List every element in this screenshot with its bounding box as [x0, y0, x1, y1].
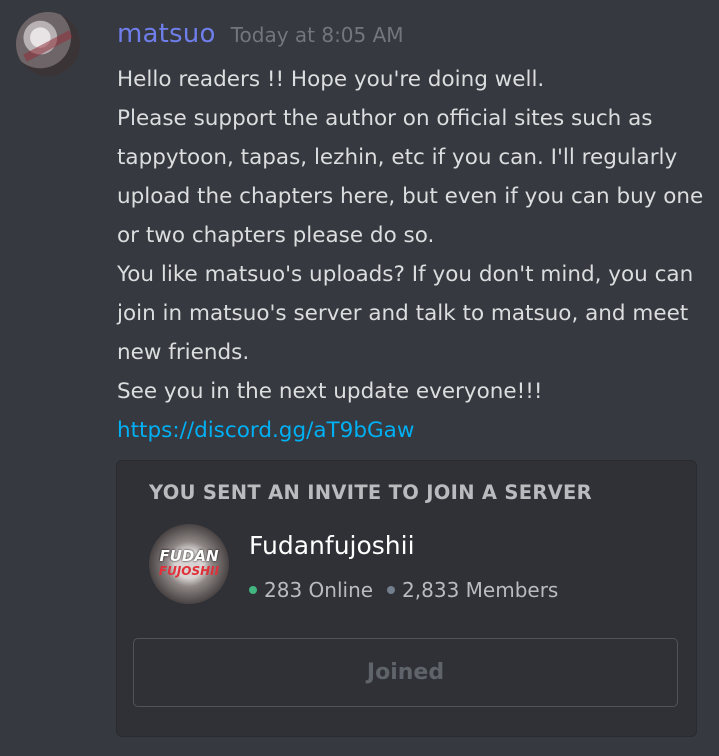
joined-button[interactable]: Joined — [133, 638, 678, 707]
message-timestamp: Today at 8:05 AM — [230, 23, 404, 47]
message-line: You like matsuo's uploads? If you don't … — [117, 262, 694, 365]
members-dot-icon — [387, 585, 396, 594]
server-icon-text: FUDAN — [159, 547, 219, 565]
avatar-image-detail — [23, 30, 73, 62]
invite-link[interactable]: https://discord.gg/aT9bGaw — [117, 418, 414, 443]
server-icon-subtext: FUJOSHII — [158, 564, 220, 578]
message-line: See you in the next update everyone!!! — [117, 379, 543, 404]
message-header: matsuo Today at 8:05 AM — [117, 19, 404, 49]
message-line: Hello readers !! Hope you're doing well. — [117, 67, 545, 92]
server-icon[interactable]: FUDAN FUJOSHII — [149, 524, 229, 604]
chat-message: matsuo Today at 8:05 AM Hello readers !!… — [0, 0, 719, 756]
user-avatar[interactable] — [16, 12, 80, 76]
message-content: Hello readers !! Hope you're doing well.… — [117, 60, 707, 450]
invite-header: YOU SENT AN INVITE TO JOIN A SERVER — [149, 481, 592, 504]
member-count: 2,833 Members — [402, 578, 559, 602]
server-invite-embed: YOU SENT AN INVITE TO JOIN A SERVER FUDA… — [116, 460, 697, 737]
message-line: Please support the author on official si… — [117, 106, 704, 248]
server-stats: 283 Online 2,833 Members — [249, 578, 558, 602]
username[interactable]: matsuo — [117, 19, 216, 49]
server-name[interactable]: Fudanfujoshii — [249, 531, 415, 560]
online-status-dot-icon — [249, 585, 257, 594]
online-count: 283 Online — [264, 578, 374, 602]
